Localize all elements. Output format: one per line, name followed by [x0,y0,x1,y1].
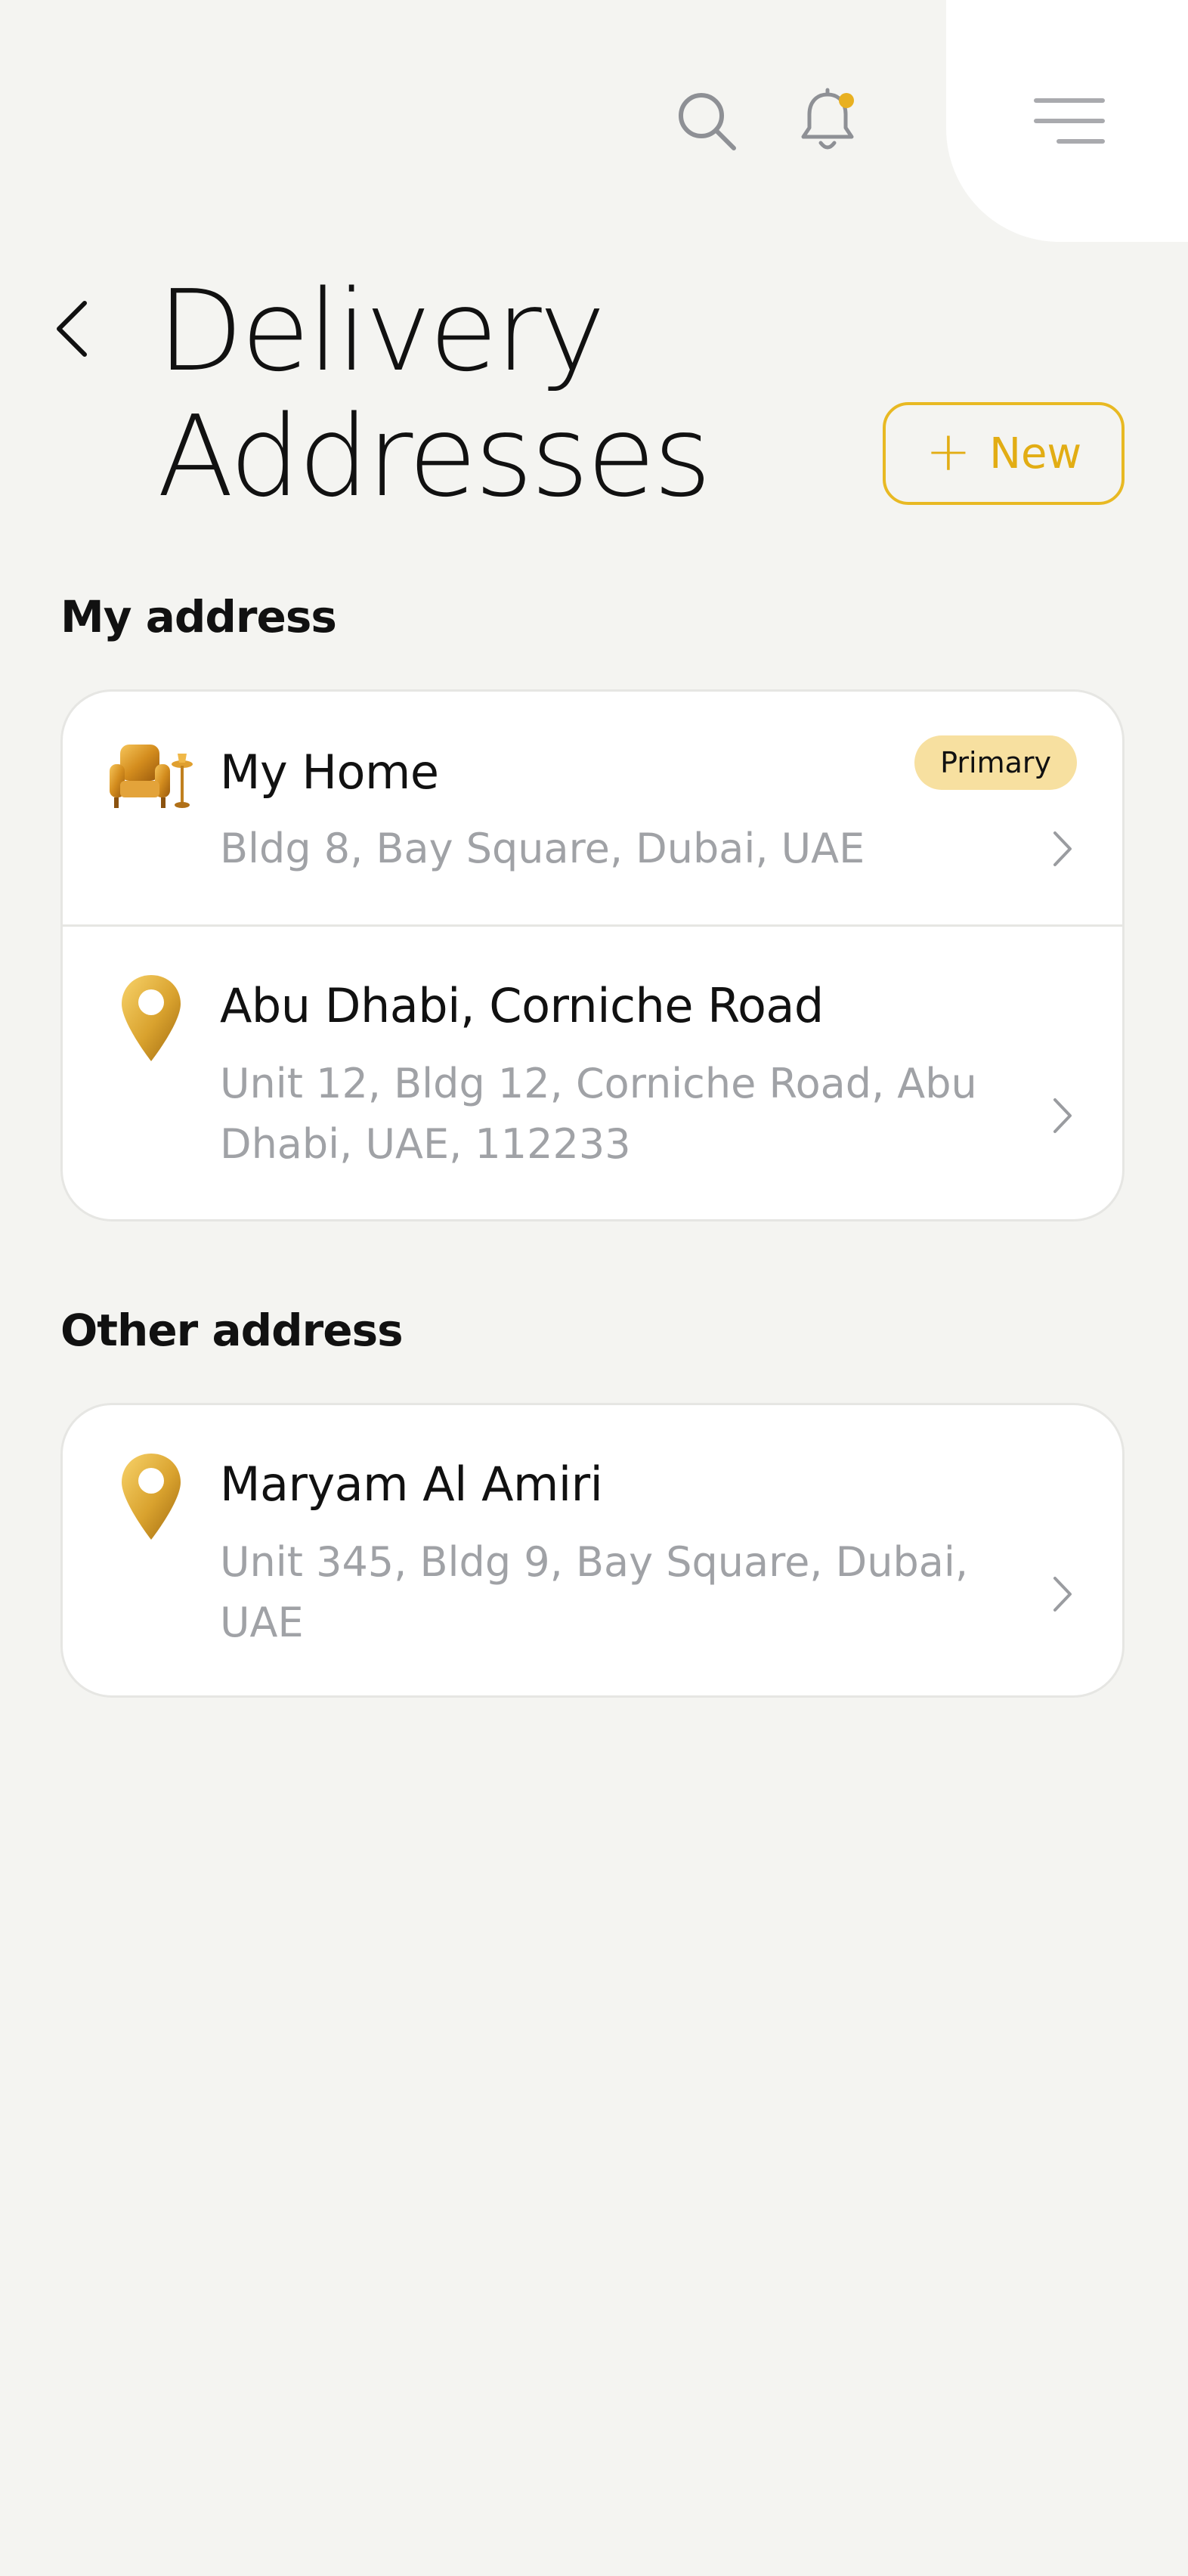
primary-badge: Primary [914,735,1077,790]
location-pin-icon [117,972,185,1069]
page-title: Delivery Addresses [157,268,837,519]
address-row-my-home[interactable]: My Home Primary Bldg 8, Bay Square, Duba… [63,692,1122,924]
menu-button[interactable] [1013,83,1126,159]
address-row-maryam-al-amiri[interactable]: Maryam Al Amiri Unit 345, Bldg 9, Bay Sq… [63,1405,1122,1695]
address-name: Maryam Al Amiri [220,1457,603,1512]
my-address-card: My Home Primary Bldg 8, Bay Square, Duba… [60,689,1125,1221]
address-text: Bldg 8, Bay Square, Dubai, UAE [220,825,865,872]
chevron-right-icon [1047,826,1077,872]
address-row-abu-dhabi[interactable]: Abu Dhabi, Corniche Road Unit 12, Bldg 1… [63,924,1122,1219]
address-text: Unit 12, Bldg 12, Corniche Road, Abu Dha… [220,1060,977,1168]
chevron-right-icon [1047,1571,1077,1617]
new-address-button-label: New [989,429,1082,478]
search-button[interactable] [665,83,748,159]
other-address-card: Maryam Al Amiri Unit 345, Bldg 9, Bay Sq… [60,1403,1125,1698]
menu-icon [1034,98,1105,144]
address-name: Abu Dhabi, Corniche Road [220,978,824,1033]
address-text: Unit 345, Bldg 9, Bay Square, Dubai, UAE [220,1538,968,1646]
chevron-left-icon [57,301,87,357]
new-address-button[interactable]: + New [883,402,1125,505]
plus-icon: + [925,420,972,483]
notifications-button[interactable] [786,83,869,159]
section-title-other-address: Other address [60,1305,404,1356]
page-title-line-1: Delivery [157,266,605,396]
back-button[interactable] [45,291,98,367]
chevron-right-icon [1047,1093,1077,1138]
page-title-line-2: Addresses [157,392,712,522]
location-pin-icon [117,1451,185,1547]
top-bar [0,0,1188,249]
notification-dot [839,93,854,108]
search-icon [679,93,736,150]
address-name: My Home [220,745,439,800]
section-title-my-address: My address [60,591,337,642]
armchair-icon [108,738,196,817]
bell-icon [801,88,854,150]
